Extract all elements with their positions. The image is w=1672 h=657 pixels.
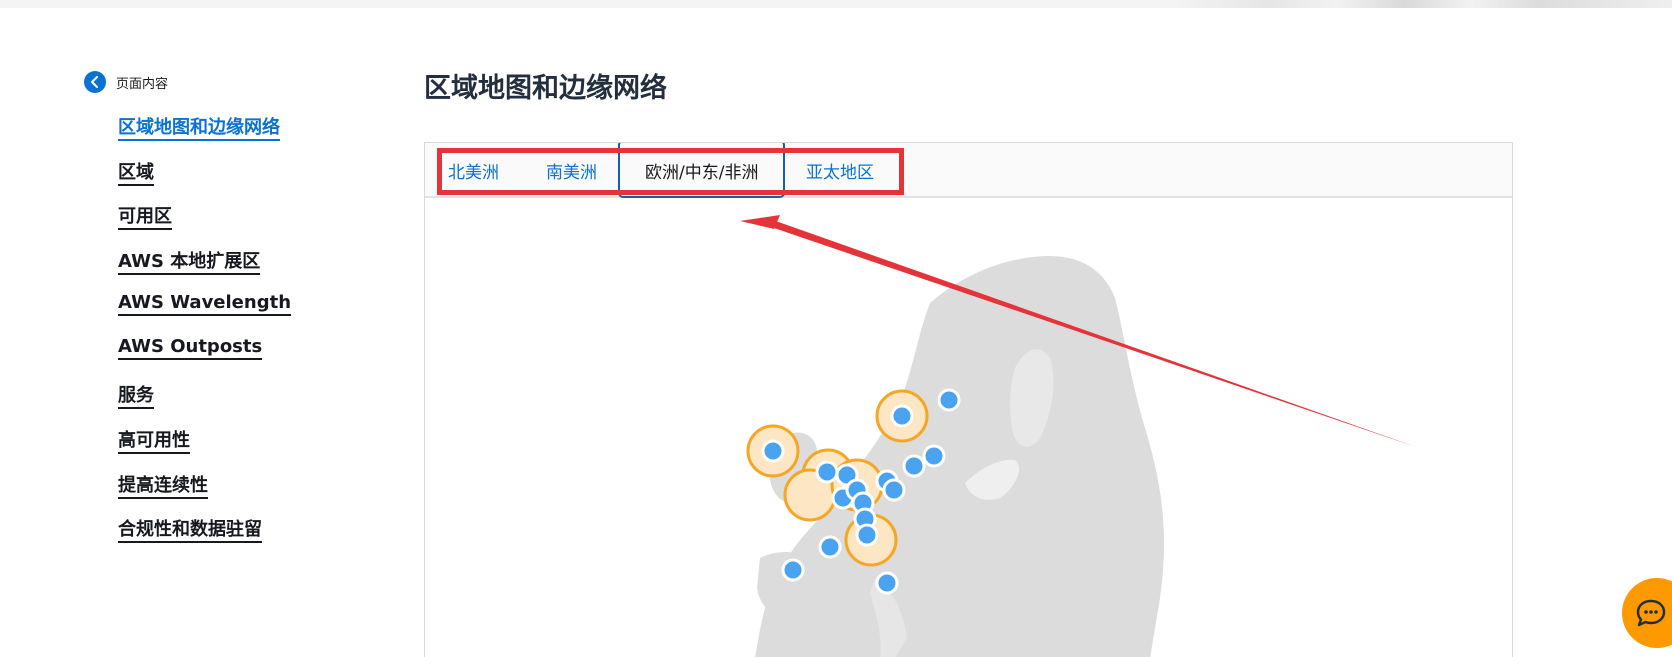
sidebar-item-outposts[interactable]: AWS Outposts <box>118 336 291 381</box>
sidebar-item-wavelength[interactable]: AWS Wavelength <box>118 291 292 337</box>
edge-point <box>818 535 842 559</box>
page-contents-sidebar: 页面内容 区域地图和边缘网络 区域 可用区 AWS 本地扩展区 AWS Wave… <box>0 0 380 656</box>
page-contents-label: 页面内容 <box>116 76 169 92</box>
sidebar-nav: 区域地图和边缘网络 区域 可用区 AWS 本地扩展区 AWS Wavelengt… <box>118 113 292 560</box>
chat-bubble-icon <box>1636 599 1666 627</box>
annotation-highlight-box <box>437 148 904 195</box>
sidebar-item-region-map[interactable]: 区域地图和边缘网络 <box>118 113 291 158</box>
sidebar-item-services[interactable]: 服务 <box>118 381 291 426</box>
sidebar-item-high-availability[interactable]: 高可用性 <box>118 426 291 471</box>
sidebar-item-local-zones[interactable]: AWS 本地扩展区 <box>118 247 291 292</box>
annotation-arrow <box>740 215 1416 447</box>
edge-point <box>815 460 839 484</box>
chat-button[interactable] <box>1622 578 1672 648</box>
region-tab-bar: 北美洲 南美洲 欧洲/中东/非洲 亚太地区 <box>425 143 1512 198</box>
page-contents-toggle[interactable]: 页面内容 <box>84 71 168 93</box>
sidebar-item-continuity[interactable]: 提高连续性 <box>118 471 291 516</box>
chevron-left-icon[interactable] <box>84 71 106 93</box>
edge-point <box>882 478 906 502</box>
sidebar-item-availability-zones[interactable]: 可用区 <box>118 202 291 247</box>
edge-point <box>875 571 899 595</box>
sidebar-item-compliance[interactable]: 合规性和数据驻留 <box>118 515 291 560</box>
edge-point <box>855 523 879 547</box>
sidebar-item-regions[interactable]: 区域 <box>118 158 291 203</box>
page-title: 区域地图和边缘网络 <box>424 73 667 104</box>
edge-point <box>781 558 805 582</box>
edge-point <box>902 454 926 478</box>
